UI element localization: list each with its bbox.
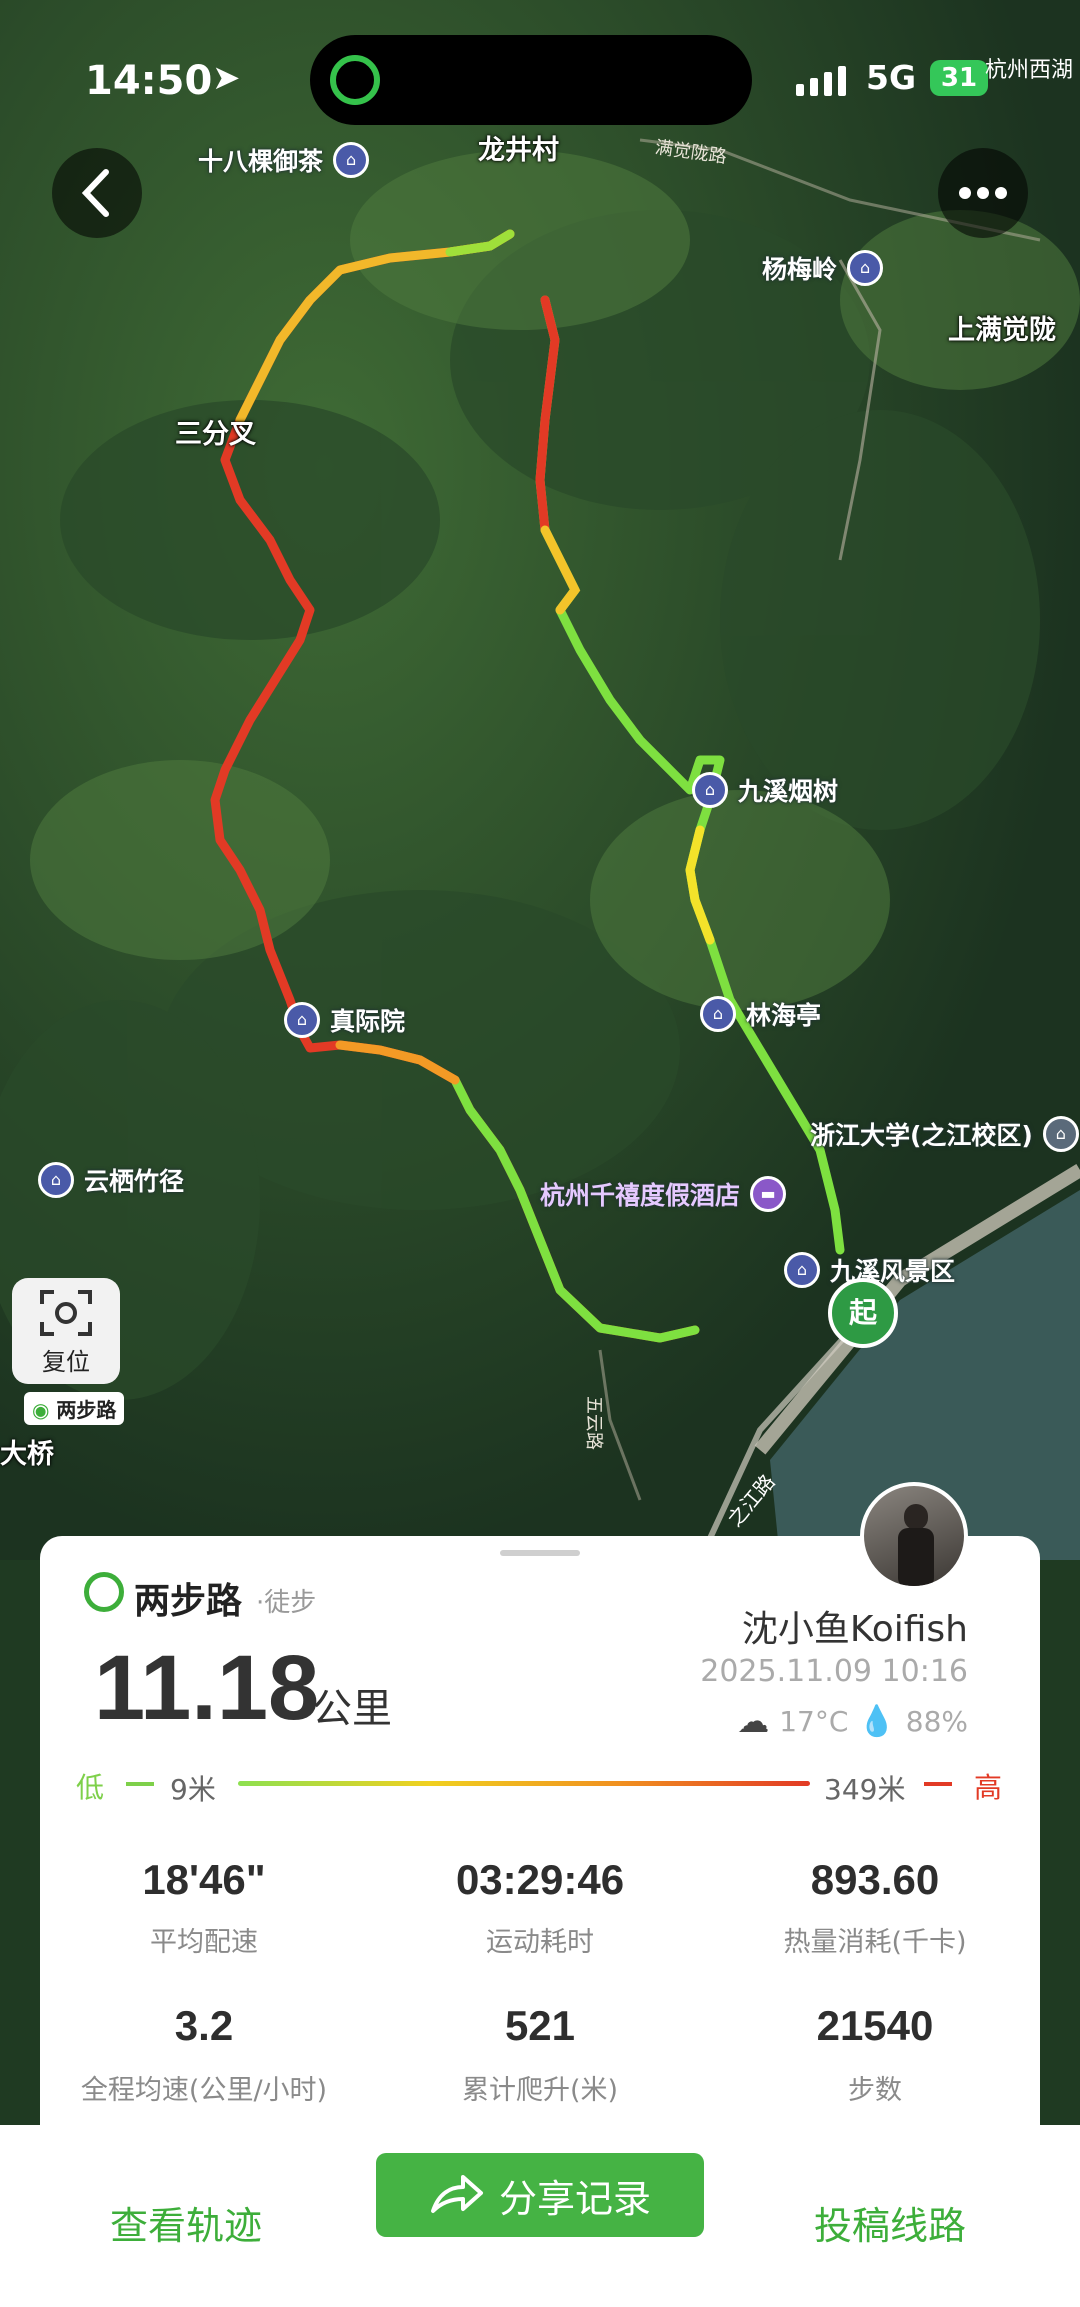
chevron-left-icon <box>81 169 109 217</box>
place-sanfencha: 三分叉 <box>175 419 256 450</box>
poi-label: 杭州千禧度假酒店 <box>540 1181 741 1210</box>
poi-yangmeiling[interactable]: 杨梅岭 ⌂ <box>762 250 884 286</box>
poi-shibake-yucha[interactable]: 十八棵御茶 ⌂ <box>198 142 370 178</box>
poi-label: 杨梅岭 <box>762 255 838 284</box>
elevation-low-value: 9米 <box>170 1773 216 1806</box>
bottom-action-bar: 查看轨迹 分享记录 投稿线路 <box>0 2125 1080 2307</box>
elevation-gradient-bar <box>238 1781 810 1786</box>
battery-icon: 31 <box>930 60 988 96</box>
avatar[interactable] <box>860 1482 968 1590</box>
more-button[interactable] <box>938 148 1028 238</box>
cloud-icon: ☁ <box>737 1702 770 1740</box>
place-longjing: 龙井村 <box>478 135 559 166</box>
back-button[interactable] <box>52 148 142 238</box>
activity-type: ·徒步 <box>256 1588 317 1618</box>
reset-view-button[interactable]: 复位 <box>12 1278 120 1384</box>
stat-calories: 893.60 <box>810 1856 940 1903</box>
stat-elevation-gain: 521 <box>504 2002 576 2049</box>
reset-label: 复位 <box>42 1348 90 1376</box>
poi-yunqi-zhujing[interactable]: ⌂ 云栖竹径 <box>38 1162 184 1198</box>
dynamic-island <box>310 35 752 125</box>
status-time: 14:50 <box>85 58 213 104</box>
distance-value: 11.18 <box>94 1637 320 1739</box>
network-type: 5G <box>866 58 917 97</box>
elevation-high-label: 高 <box>974 1771 1003 1804</box>
signal-icon <box>796 66 846 96</box>
place-shangmanjuelong: 上满觉陇 <box>948 315 1056 346</box>
share-label: 分享记录 <box>498 2176 651 2221</box>
landmark-icon: ⌂ <box>333 142 370 178</box>
landmark-icon: ⌂ <box>38 1162 74 1198</box>
stat-avg-pace: 18'46" <box>142 1856 266 1903</box>
poi-zhejiang-university[interactable]: 浙江大学(之江校区) ⌂ <box>810 1116 1079 1152</box>
low-dash <box>126 1782 154 1786</box>
landmark-icon: ⌂ <box>692 772 728 808</box>
poi-label: 真际院 <box>330 1007 406 1036</box>
stat-steps-label: 步数 <box>848 2075 902 2106</box>
view-track-button[interactable]: 查看轨迹 <box>110 2195 262 2250</box>
stat-elevation-gain-label: 累计爬升(米) <box>461 2075 619 2106</box>
poi-label: 浙江大学(之江校区) <box>810 1121 1033 1150</box>
record-datetime: 2025.11.09 10:16 <box>700 1654 968 1689</box>
stat-duration: 03:29:46 <box>455 1856 625 1903</box>
location-arrow-icon: ➤ <box>212 58 241 98</box>
stat-avg-speed-label: 全程均速(公里/小时) <box>80 2075 328 2106</box>
stat-steps: 21540 <box>816 2002 934 2049</box>
distance-unit: 公里 <box>312 1686 392 1732</box>
high-dash <box>924 1782 952 1786</box>
poi-label: 林海亭 <box>746 1001 822 1030</box>
stat-calories-label: 热量消耗(千卡) <box>783 1927 967 1958</box>
start-marker-label: 起 <box>848 1296 877 1329</box>
poi-label: 十八棵御茶 <box>198 147 324 176</box>
landmark-icon: ⌂ <box>847 250 884 286</box>
share-arrow-icon <box>430 2175 483 2213</box>
brand-name: 两步路 <box>134 1581 243 1622</box>
summary-panel: 两步路 ·徒步 11.18 公里 沈小鱼Koifish 2025.11.09 1… <box>40 1536 1040 2156</box>
school-icon: ⌂ <box>1042 1116 1079 1152</box>
locate-frame-icon <box>40 1290 92 1336</box>
elevation-high-value: 349米 <box>824 1773 906 1806</box>
poi-linhaiting[interactable]: ⌂ 林海亭 <box>700 996 821 1032</box>
satellite-map[interactable] <box>0 0 1080 1560</box>
poi-label: 云栖竹径 <box>84 1167 185 1196</box>
stat-avg-pace-label: 平均配速 <box>150 1927 258 1958</box>
share-record-button[interactable]: 分享记录 <box>376 2153 704 2237</box>
submit-route-button[interactable]: 投稿线路 <box>814 2195 966 2250</box>
watermark-text: 两步路 <box>56 1398 117 1422</box>
humidity-icon: 💧 <box>858 1703 896 1739</box>
stat-avg-speed: 3.2 <box>174 2002 234 2049</box>
poi-label: 九溪烟树 <box>738 777 839 806</box>
user-name: 沈小鱼Koifish <box>741 1609 968 1650</box>
app-link-icon <box>330 55 380 105</box>
start-marker[interactable]: 起 <box>828 1278 898 1348</box>
poi-qianxi-hotel[interactable]: 杭州千禧度假酒店 ▬ <box>540 1176 787 1212</box>
stat-duration-label: 运动耗时 <box>486 1927 594 1958</box>
area-hangzhou-xihu: 杭州西湖 <box>985 58 1074 83</box>
place-daqiao: 大桥 <box>0 1439 54 1470</box>
poi-jiuxi-yanshu[interactable]: ⌂ 九溪烟树 <box>692 772 838 808</box>
temple-icon: ⌂ <box>284 1002 320 1038</box>
poi-zhenjiyuan[interactable]: ⌂ 真际院 <box>284 1002 405 1038</box>
humidity: 88% <box>905 1704 968 1738</box>
elevation-low-label: 低 <box>76 1771 105 1804</box>
landmark-icon: ⌂ <box>700 996 736 1032</box>
road-wuyun: 五云路 <box>583 1396 604 1450</box>
temperature: 17°C <box>779 1704 849 1738</box>
more-dots-icon <box>959 187 1007 199</box>
landmark-icon: ⌂ <box>784 1252 820 1288</box>
map-watermark: ◉ 两步路 <box>24 1392 125 1425</box>
weather: ☁ 17°C 💧 88% <box>737 1702 968 1740</box>
watermark-logo-icon: ◉ <box>32 1398 50 1422</box>
battery-level: 31 <box>940 63 978 93</box>
drag-handle[interactable] <box>500 1550 580 1556</box>
hotel-icon: ▬ <box>750 1176 787 1212</box>
brand-logo-icon <box>84 1572 124 1612</box>
